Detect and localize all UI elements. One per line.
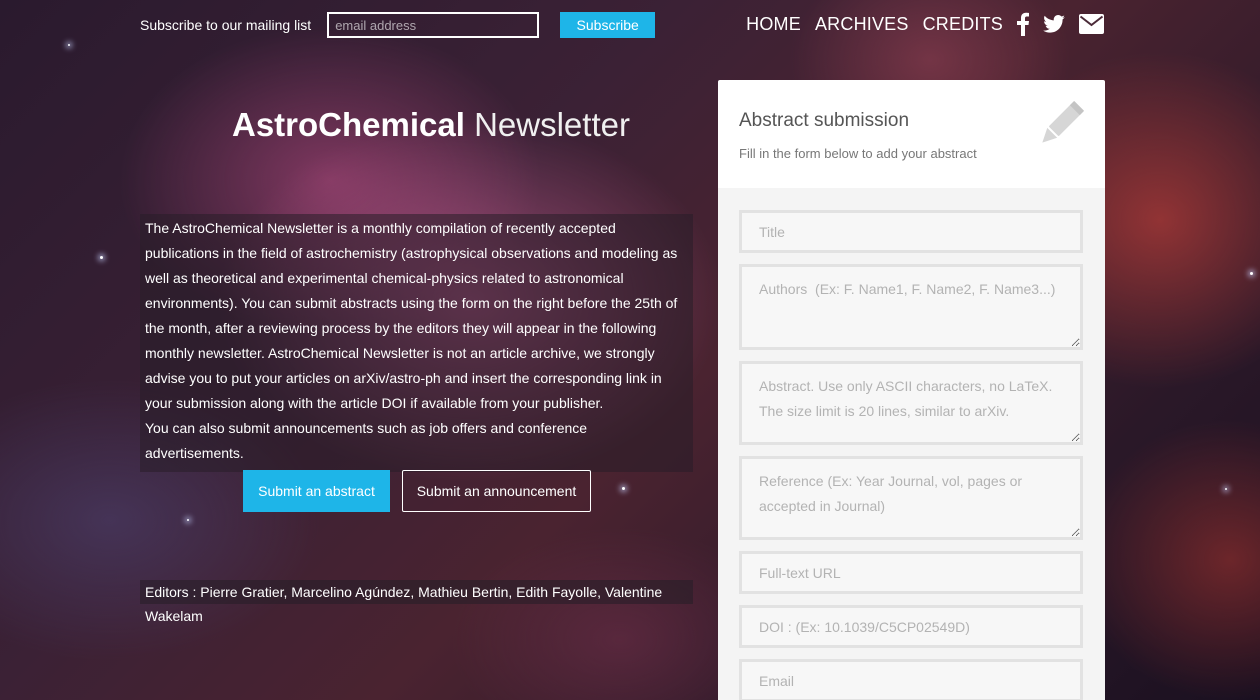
nav-credits[interactable]: CREDITS [923, 14, 1003, 35]
subscribe-button[interactable]: Subscribe [560, 12, 656, 38]
twitter-icon[interactable] [1043, 15, 1065, 33]
fulltext-url-field[interactable] [739, 551, 1083, 594]
envelope-icon[interactable] [1079, 14, 1104, 34]
panel-subtitle: Fill in the form below to add your abstr… [739, 146, 977, 161]
nav-home[interactable]: HOME [746, 14, 801, 35]
site-title-bold: AstroChemical [232, 106, 465, 143]
nav-archives[interactable]: ARCHIVES [815, 14, 909, 35]
star [1250, 272, 1253, 275]
main-nav: HOME ARCHIVES CREDITS [732, 12, 1104, 36]
submit-announcement-button[interactable]: Submit an announcement [402, 470, 591, 512]
subscribe-label: Subscribe to our mailing list [140, 17, 312, 33]
mailing-list-subscribe: Subscribe to our mailing list Subscribe [140, 12, 656, 38]
email-address-input[interactable] [327, 12, 540, 38]
star [68, 44, 70, 46]
submit-abstract-button[interactable]: Submit an abstract [243, 470, 390, 512]
site-title: AstroChemical Newsletter [232, 106, 630, 144]
panel-form [718, 188, 1105, 700]
star [187, 519, 189, 521]
star [622, 487, 625, 490]
facebook-icon[interactable] [1017, 12, 1029, 36]
editors-credit: Editors : Pierre Gratier, Marcelino Agún… [140, 580, 693, 624]
intro-paragraph: The AstroChemical Newsletter is a monthl… [145, 220, 678, 411]
abstract-submission-panel: Abstract submission Fill in the form bel… [718, 80, 1105, 700]
doi-field[interactable] [739, 605, 1083, 648]
abstract-field[interactable] [739, 361, 1083, 445]
title-field[interactable] [739, 210, 1083, 253]
intro-announcements-note: You can also submit announcements such a… [145, 420, 588, 461]
email-field[interactable] [739, 659, 1083, 700]
authors-field[interactable] [739, 264, 1083, 350]
star [1225, 488, 1227, 490]
panel-title: Abstract submission [739, 110, 910, 131]
intro-text-box: The AstroChemical Newsletter is a monthl… [140, 214, 693, 472]
panel-header: Abstract submission Fill in the form bel… [718, 80, 1105, 188]
site-title-light: Newsletter [474, 106, 630, 143]
star [100, 256, 103, 259]
reference-field[interactable] [739, 456, 1083, 540]
pencil-icon [1035, 100, 1085, 155]
